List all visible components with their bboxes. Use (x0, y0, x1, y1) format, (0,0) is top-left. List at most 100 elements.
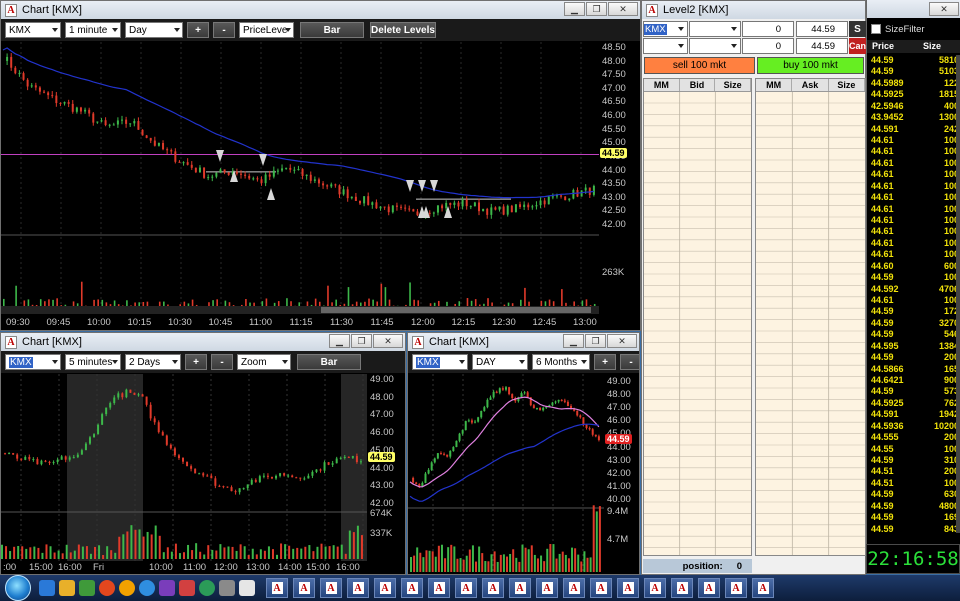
zoom-in-button[interactable]: + (187, 22, 209, 38)
ts-price: 44.61 (871, 226, 894, 237)
taskbar-window-button[interactable]: A (536, 578, 558, 598)
close-icon[interactable]: ✕ (607, 334, 637, 348)
symbol-select[interactable]: KMX (412, 354, 468, 370)
taskbar-window-button[interactable]: A (347, 578, 369, 598)
taskbar-window-button[interactable]: A (671, 578, 693, 598)
candle-body (80, 450, 83, 455)
taskbar-window-button[interactable]: A (293, 578, 315, 598)
period-select[interactable]: 6 Months (532, 354, 590, 370)
app-icon[interactable] (239, 580, 255, 596)
maximize-icon[interactable]: ❐ (585, 334, 606, 348)
minimize-icon[interactable]: ▁ (564, 2, 585, 16)
close-icon[interactable]: ✕ (608, 2, 638, 16)
taskbar-window-button[interactable]: A (590, 578, 612, 598)
candle-body (20, 458, 23, 460)
level2-symbol-select[interactable]: KMX (643, 21, 688, 37)
bid-col-mm[interactable]: MM (644, 79, 680, 91)
firefox-icon[interactable] (119, 580, 135, 596)
ask-col-mm[interactable]: MM (756, 79, 793, 91)
candle-body (72, 457, 75, 459)
app-icon[interactable] (179, 580, 195, 596)
symbol-select[interactable]: KMX (5, 22, 61, 38)
interval-select[interactable]: 5 minutes (65, 354, 121, 370)
qty-input-2[interactable]: 0 (742, 38, 794, 54)
chrome-icon[interactable] (139, 580, 155, 596)
zoom-out-button[interactable]: - (620, 354, 639, 370)
close-icon[interactable]: ✕ (929, 2, 959, 16)
cancel-button[interactable]: Can (849, 38, 866, 54)
bar-type-button[interactable]: Bar (300, 22, 364, 38)
media-icon[interactable] (79, 580, 95, 596)
price-input-1[interactable]: 44.59 (796, 21, 848, 37)
close-icon[interactable]: ✕ (373, 334, 403, 348)
qty-input-1[interactable]: 0 (742, 21, 794, 37)
delete-levels-button[interactable]: Delete Levels (370, 22, 436, 38)
bm-price-plot[interactable] (408, 374, 604, 574)
start-button[interactable] (5, 575, 31, 601)
top-chart-titlebar[interactable]: A Chart [KMX] ▁ ❐ ✕ (1, 1, 640, 19)
minimize-icon[interactable]: ▁ (563, 334, 584, 348)
taskbar-window-button[interactable]: A (563, 578, 585, 598)
buy-market-button[interactable]: buy 100 mkt (757, 57, 864, 74)
bid-col-bid[interactable]: Bid (680, 79, 716, 91)
candle-body (334, 184, 337, 186)
zoom-out-button[interactable]: - (211, 354, 233, 370)
zoom-out-button[interactable]: - (213, 22, 235, 38)
candle-body (56, 459, 59, 463)
app-icon[interactable] (199, 580, 215, 596)
ask-col-ask[interactable]: Ask (792, 79, 829, 91)
bm-chart-titlebar[interactable]: A Chart [KMX] ▁ ❐ ✕ (408, 333, 639, 351)
period-select[interactable]: 2 Days (125, 354, 181, 370)
explorer-icon[interactable] (59, 580, 75, 596)
period-select[interactable]: Day (125, 22, 183, 38)
price-input-2[interactable]: 44.59 (796, 38, 848, 54)
taskbar-window-button[interactable]: A (644, 578, 666, 598)
taskbar-window-button[interactable]: A (428, 578, 450, 598)
taskbar-window-button[interactable]: A (455, 578, 477, 598)
ts-scrollbar[interactable] (956, 55, 960, 533)
price-tick-label: 46.00 (602, 110, 626, 122)
taskbar-window-button[interactable]: A (698, 578, 720, 598)
route-select[interactable] (689, 21, 741, 37)
ask-col-size[interactable]: Size (829, 79, 865, 91)
interval-select[interactable]: 1 minute (65, 22, 121, 38)
taskbar-window-button[interactable]: A (509, 578, 531, 598)
bl-price-plot[interactable] (1, 374, 367, 561)
folder-icon[interactable] (39, 580, 55, 596)
taskbar-window-button[interactable]: A (374, 578, 396, 598)
maximize-icon[interactable]: ❐ (351, 334, 372, 348)
bl-chart-titlebar[interactable]: A Chart [KMX] ▁ ❐ ✕ (1, 333, 405, 351)
ts-titlebar[interactable]: ✕ (867, 0, 960, 18)
tool-select[interactable]: PriceLeve (239, 22, 294, 38)
sell-market-button[interactable]: sell 100 mkt (644, 57, 755, 74)
tif-select[interactable] (689, 38, 741, 54)
app-icon: A (412, 335, 424, 349)
taskbar-window-button[interactable]: A (725, 578, 747, 598)
zoom-in-button[interactable]: + (185, 354, 207, 370)
zoom-in-button[interactable]: + (594, 354, 616, 370)
interval-select[interactable]: DAY (472, 354, 528, 370)
minimize-icon[interactable]: ▁ (329, 334, 350, 348)
bid-col-size[interactable]: Size (715, 79, 752, 91)
symbol-select[interactable]: KMX (5, 354, 61, 370)
top-price-plot[interactable] (1, 42, 599, 314)
ts-col-size[interactable]: Size (923, 41, 941, 51)
taskbar-window-button[interactable]: A (617, 578, 639, 598)
taskbar-window-button[interactable]: A (401, 578, 423, 598)
taskbar-window-button[interactable]: A (482, 578, 504, 598)
browser-icon[interactable] (99, 580, 115, 596)
sizefilter-checkbox[interactable] (871, 24, 881, 34)
taskbar-window-button[interactable]: A (752, 578, 774, 598)
app-icon[interactable] (159, 580, 175, 596)
maximize-icon[interactable]: ❐ (586, 2, 607, 16)
taskbar-window-button[interactable]: A (320, 578, 342, 598)
taskbar-window-button[interactable]: A (266, 578, 288, 598)
tool-select[interactable]: Zoom (237, 354, 291, 370)
volume-bar (142, 536, 145, 559)
level2-titlebar[interactable]: A Level2 [KMX] (642, 1, 865, 19)
side-select[interactable] (643, 38, 688, 54)
submit-button[interactable]: S (849, 21, 866, 37)
bar-type-button[interactable]: Bar (297, 354, 361, 370)
app-icon[interactable] (219, 580, 235, 596)
ts-col-price[interactable]: Price (872, 41, 894, 51)
